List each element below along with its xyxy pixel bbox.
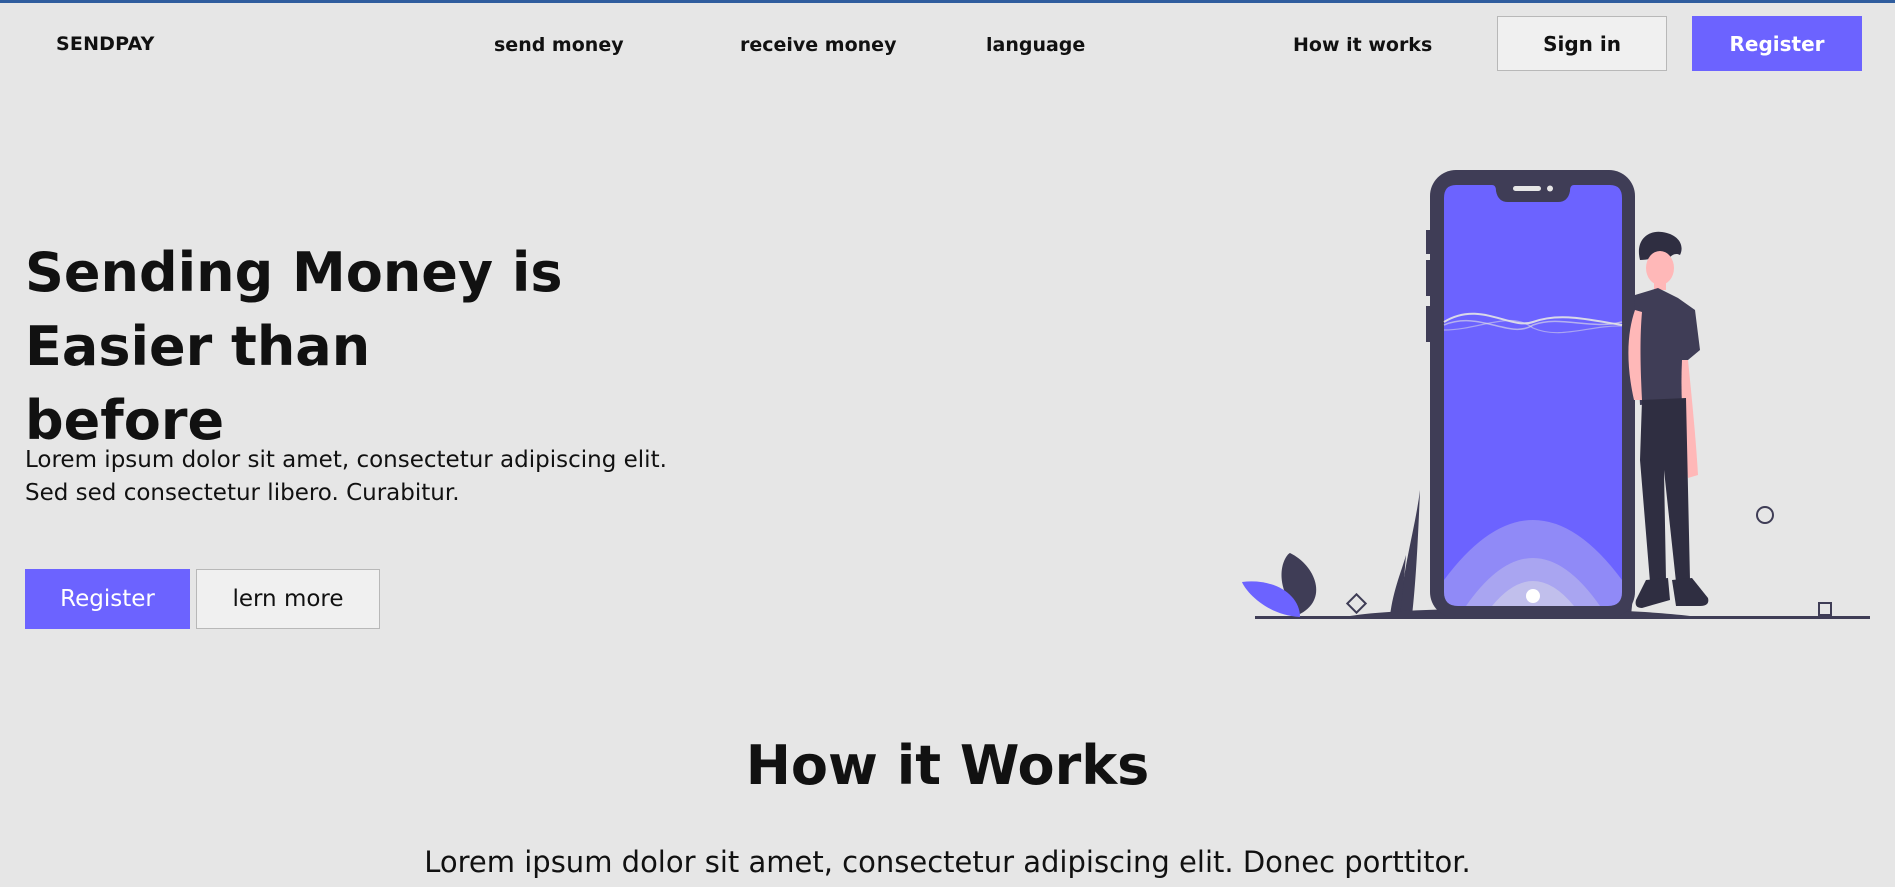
circle-shape bbox=[1756, 506, 1774, 524]
how-it-works-subtitle: Lorem ipsum dolor sit amet, consectetur … bbox=[424, 845, 1471, 879]
grass-blade bbox=[1400, 490, 1420, 616]
hero-title-line2: Easier than before bbox=[25, 315, 371, 452]
square-shape bbox=[1818, 602, 1832, 616]
sign-in-button[interactable]: Sign in bbox=[1497, 16, 1667, 71]
learn-more-button[interactable]: lern more bbox=[196, 569, 380, 629]
hero-subtitle: Lorem ipsum dolor sit amet, consectetur … bbox=[25, 444, 725, 510]
nav-receive-money[interactable]: receive money bbox=[740, 34, 896, 56]
how-it-works-title: How it Works bbox=[745, 734, 1150, 797]
hero-subtitle-line2: Sed sed consectetur libero. Curabitur. bbox=[25, 480, 460, 506]
hero-title: Sending Money is Easier than before bbox=[25, 236, 585, 458]
phone-icon bbox=[1426, 170, 1635, 618]
brand-logo[interactable]: SENDPAY bbox=[56, 33, 155, 55]
diamond-shape bbox=[1345, 592, 1368, 615]
nav-how-it-works[interactable]: How it works bbox=[1293, 34, 1432, 56]
person-with-phone-illustration bbox=[1242, 170, 1870, 619]
register-nav-button[interactable]: Register bbox=[1692, 16, 1862, 71]
top-navbar: SENDPAY send money receive money languag… bbox=[0, 3, 1895, 83]
hero-register-button[interactable]: Register bbox=[25, 569, 190, 629]
nav-send-money[interactable]: send money bbox=[494, 34, 624, 56]
nav-language[interactable]: language bbox=[986, 34, 1085, 56]
hero-title-line1: Sending Money is bbox=[25, 241, 563, 304]
person-figure bbox=[1628, 231, 1709, 608]
hero-subtitle-line1: Lorem ipsum dolor sit amet, consectetur … bbox=[25, 447, 667, 473]
